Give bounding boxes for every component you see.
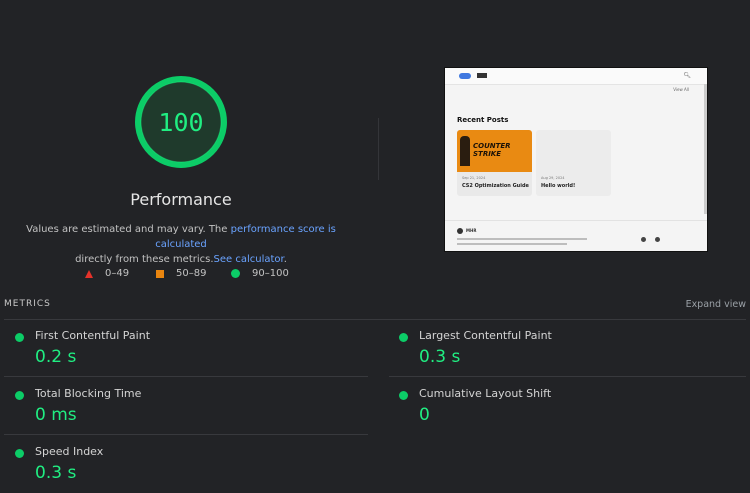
metrics-top-divider [4,319,746,320]
metric-divider [4,376,368,377]
metric-value: 0 [419,405,430,425]
metric-value: 0.2 s [35,347,77,367]
footer-text-line [457,243,567,245]
site-logo-icon [459,73,471,79]
metric-total-blocking-time: Total Blocking Time 0 ms [5,385,369,431]
metric-value: 0.3 s [35,463,77,483]
pass-dot-icon [399,333,408,342]
metric-first-contentful-paint: First Contentful Paint 0.2 s [5,327,369,373]
vertical-divider [378,118,379,180]
calculator-link[interactable]: See calculator [214,254,284,265]
metric-value: 0.3 s [419,347,461,367]
score-description: Values are estimated and may vary. The p… [24,222,338,267]
post-date: Sep 21, 2024 [462,176,486,180]
post-card: COUNTER STRIKE Sep 21, 2024 CS2 Optimizat… [457,130,532,196]
footer-text-line [457,238,587,240]
metric-value: 0 ms [35,405,77,425]
screenshot-footer: MHR [445,220,707,251]
metric-label: First Contentful Paint [35,329,151,342]
metric-speed-index: Speed Index 0.3 s [5,443,369,489]
post-card: Aug 29, 2024 Hello world! [536,130,611,196]
post-title: CS2 Optimization Guide [462,183,529,189]
cover-art-text: COUNTER STRIKE [473,142,511,158]
view-all-link: View All [673,87,689,92]
pass-dot-icon [15,391,24,400]
square-icon [156,269,164,278]
pass-dot-icon [399,391,408,400]
metric-label: Cumulative Layout Shift [419,387,552,400]
circle-icon [231,269,240,278]
search-icon: 🔍︎ [683,72,691,79]
social-icon [655,237,660,242]
pass-dot-icon [15,333,24,342]
footer-name: MHR [466,228,477,233]
legend-fail-range: 0–49 [105,268,130,279]
screenshot-scrollbar [704,84,707,214]
metric-label: Speed Index [35,445,104,458]
metric-label: Total Blocking Time [35,387,142,400]
github-icon [641,237,646,242]
legend-fail: 0–49 [85,268,129,279]
site-name-mark [477,73,487,78]
post-date: Aug 29, 2024 [541,176,565,180]
post-title: Hello world! [541,183,576,189]
pass-dot-icon [15,449,24,458]
cover-art-line1: COUNTER [473,142,511,150]
metric-cumulative-layout-shift: Cumulative Layout Shift 0 [389,385,746,431]
final-screenshot[interactable]: 🔍︎ View All Recent Posts COUNTER STRIKE S… [444,67,708,252]
legend-pass: 90–100 [231,268,289,279]
desc-text-3: . [283,254,287,265]
footer-logo-icon [457,228,463,234]
cover-art-line2: STRIKE [473,150,502,158]
legend-pass-range: 90–100 [252,268,289,279]
expand-view-toggle[interactable]: Expand view [686,299,746,310]
desc-text-1: Values are estimated and may vary. The [26,224,231,235]
triangle-icon [85,269,93,278]
screenshot-navbar: 🔍︎ [445,68,707,85]
legend-average-range: 50–89 [176,268,207,279]
metric-label: Largest Contentful Paint [419,329,552,342]
performance-score: 100 [158,107,204,137]
metric-divider [4,434,368,435]
metric-divider [389,376,746,377]
counter-strike-image: COUNTER STRIKE [457,130,532,172]
metric-largest-contentful-paint: Largest Contentful Paint 0.3 s [389,327,746,373]
performance-title: Performance [130,190,232,209]
legend-average: 50–89 [156,268,206,279]
soldier-figure [460,136,470,166]
metrics-header: METRICS [4,299,51,309]
desc-text-2: directly from these metrics. [75,254,214,265]
recent-posts-heading: Recent Posts [457,116,509,124]
